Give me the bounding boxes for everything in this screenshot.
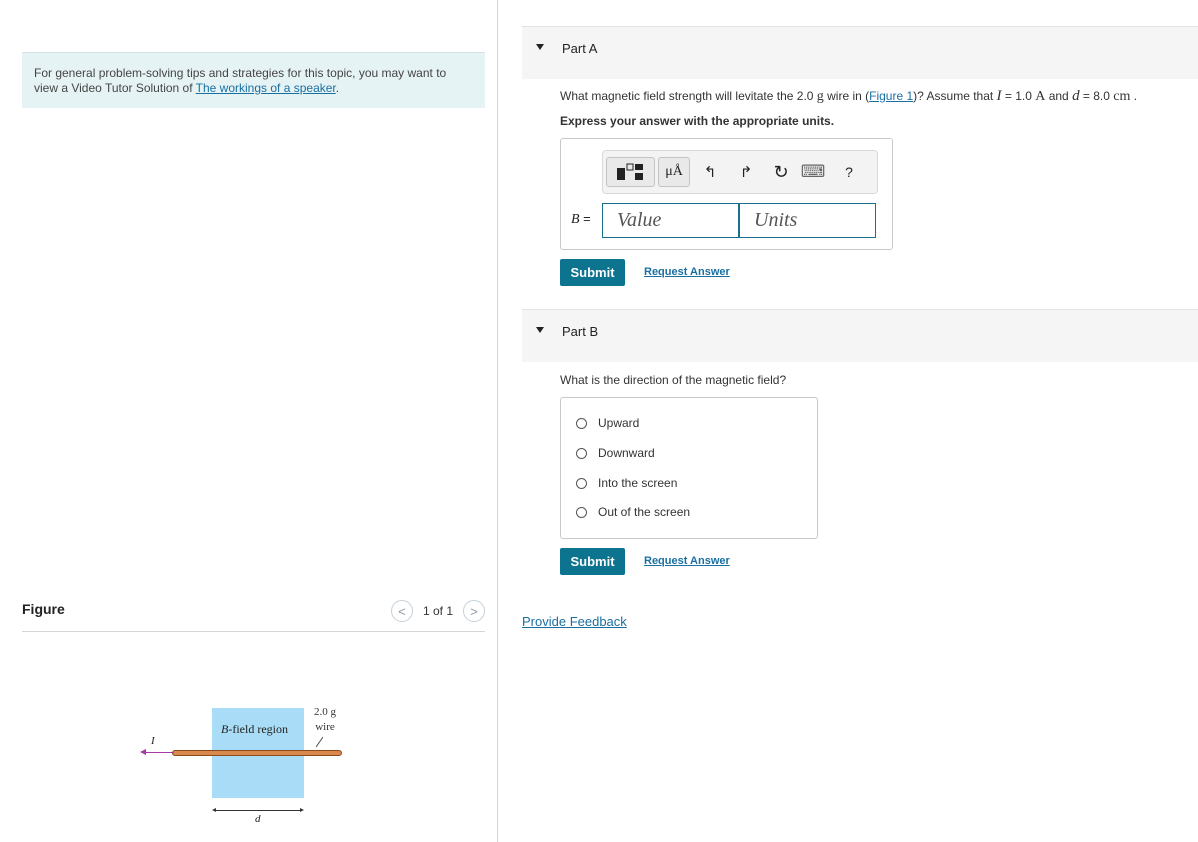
wire-word-label: wire [315,721,335,733]
caret-down-icon [536,44,544,50]
current-arrow-icon [140,749,146,755]
q-end: . [1130,89,1138,103]
chevron-right-icon: > [470,603,478,619]
wire-mass-label: 2.0 g [314,706,336,718]
q-text-2: wire in ( [823,89,870,103]
value-input[interactable]: Value [602,203,739,238]
part-b-choices: Upward Downward Into the screen Out of t… [560,397,818,539]
answer-eq: = [579,211,591,226]
units-mu-angstrom-icon: μÅ [665,164,683,179]
part-b-label: Part B [562,324,599,339]
part-a-answer-box: μÅ ↰ ↱ ↻ ⌨ ? B = Value Units [560,138,893,250]
part-a-submit-button[interactable]: Submit [560,259,625,286]
math-toolbar: μÅ ↰ ↱ ↻ ⌨ ? [602,150,878,194]
redo-icon: ↱ [739,164,753,181]
q-text-3: )? Assume that [913,89,997,103]
distance-line [214,810,302,811]
radio-icon[interactable] [576,417,587,429]
q-unit-cm: cm [1113,89,1131,104]
choice-into-screen[interactable]: Into the screen [576,476,677,490]
part-b-question: What is the direction of the magnetic fi… [560,373,787,387]
q-unit-g: g [816,89,824,104]
choice-out-of-screen[interactable]: Out of the screen [576,505,690,519]
current-line [146,752,174,753]
current-label: I [151,735,155,747]
undo-button[interactable]: ↰ [698,160,722,184]
q-var-d: d [1072,88,1080,104]
choice-label: Out of the screen [598,505,691,519]
q-text-1: What magnetic field strength will levita… [560,89,817,103]
wire [172,750,342,756]
chevron-left-icon: < [398,603,406,619]
video-tutor-link[interactable]: The workings of a speaker [196,81,336,95]
part-a-instruction: Express your answer with the appropriate… [560,114,835,128]
tip-end: . [335,81,340,95]
pager-next-button[interactable]: > [463,600,485,622]
provide-feedback-link[interactable]: Provide Feedback [522,614,627,629]
choice-label: Upward [598,416,640,430]
help-icon: ? [845,164,853,180]
help-button[interactable]: ? [837,160,861,184]
distance-arrow-right-icon [300,808,304,812]
undo-icon: ↰ [703,164,717,181]
part-a-request-answer-link[interactable]: Request Answer [644,266,730,278]
pager-count: 1 of 1 [422,604,453,618]
choice-upward[interactable]: Upward [576,416,639,430]
templates-button[interactable] [606,157,655,187]
reset-button[interactable]: ↻ [769,160,793,184]
redo-button[interactable]: ↱ [734,160,758,184]
units-button[interactable]: μÅ [658,157,690,187]
figure-pager: < 1 of 1 > [390,600,485,622]
reset-icon: ↻ [773,161,789,182]
templates-icon [616,163,643,180]
radio-icon[interactable] [576,477,587,489]
q-and: and [1045,89,1073,103]
pager-prev-button[interactable]: < [390,600,413,622]
answer-variable-label: B = [571,211,591,228]
bfield-rest: -field region [228,722,288,736]
part-b-submit-button[interactable]: Submit [560,548,625,575]
figure-title: Figure [22,601,65,617]
distance-label: d [255,813,261,825]
choice-downward[interactable]: Downward [576,446,655,460]
wire-label: 2.0 g wire [314,705,336,735]
bfield-region-label: B-field region [221,722,288,737]
figure-link[interactable]: Figure 1 [869,89,913,103]
video-tutor-tip: For general problem-solving tips and str… [22,52,485,108]
part-a-label: Part A [562,41,598,56]
figure-diagram: B-field region 2.0 g wire I d [130,700,370,830]
part-b-request-answer-link[interactable]: Request Answer [644,555,730,567]
choice-label: Into the screen [598,476,678,490]
choice-label: Downward [598,446,655,460]
radio-icon[interactable] [576,506,587,518]
part-a-header[interactable]: Part A [522,26,1198,79]
column-divider [497,0,498,842]
q-unit-A: A [1035,89,1046,104]
answer-var: B [571,212,580,227]
wire-pointer-line [315,736,324,748]
keyboard-button[interactable]: ⌨ [800,160,826,184]
part-b-header[interactable]: Part B [522,309,1198,362]
q-eq-1: = 1.0 [1001,89,1036,103]
figure-header: Figure < 1 of 1 > [22,597,485,632]
units-input[interactable]: Units [739,203,876,238]
part-a-question: What magnetic field strength will levita… [560,88,1137,105]
radio-icon[interactable] [576,447,587,459]
caret-down-icon [536,327,544,333]
q-eq-2: = 8.0 [1079,89,1114,103]
keyboard-icon: ⌨ [800,162,826,181]
